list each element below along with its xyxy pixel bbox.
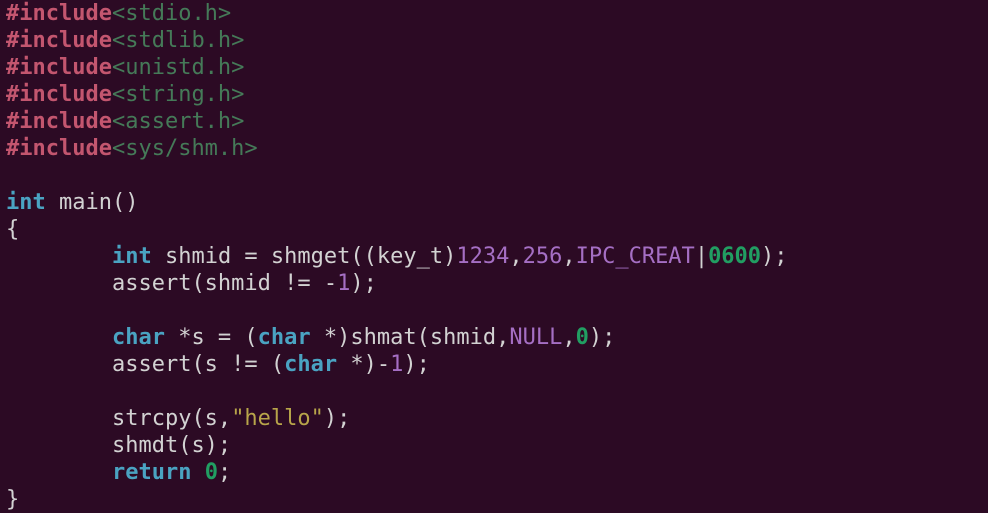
keyword-return: return — [112, 460, 191, 485]
preprocessor-directive: #include — [6, 55, 112, 80]
code-text: ); — [761, 244, 788, 269]
include-line: #include<stdlib.h> — [6, 28, 244, 53]
string-literal: "hello" — [231, 406, 324, 431]
number-literal: 256 — [523, 244, 563, 269]
pipe: | — [695, 244, 708, 269]
comma: , — [562, 244, 575, 269]
statement: assert(s != (char *)-1); — [112, 352, 430, 377]
include-line: #include<string.h> — [6, 82, 244, 107]
constant: IPC_CREAT — [576, 244, 695, 269]
header-name: <assert.h> — [112, 109, 244, 134]
statement: int shmid = shmget((key_t)1234,256,IPC_C… — [112, 244, 788, 269]
header-name: <stdio.h> — [112, 1, 231, 26]
code-text: ); — [589, 325, 616, 350]
main-signature: int main() — [6, 190, 138, 215]
header-name: <stdlib.h> — [112, 28, 244, 53]
include-line: #include<unistd.h> — [6, 55, 244, 80]
space — [191, 460, 204, 485]
keyword-int: int — [6, 190, 46, 215]
code-text: assert(s != ( — [112, 352, 284, 377]
number-literal: 1234 — [456, 244, 509, 269]
code-text: *s = ( — [165, 325, 258, 350]
code-text: assert(shmid != - — [112, 271, 337, 296]
include-line: #include<stdio.h> — [6, 1, 231, 26]
statement: shmdt(s); — [112, 433, 231, 458]
brace-open: { — [6, 217, 19, 242]
code-text: *)- — [337, 352, 390, 377]
statement: strcpy(s,"hello"); — [112, 406, 350, 431]
code-text: ); — [324, 406, 351, 431]
code-text: *)shmat(shmid, — [311, 325, 510, 350]
statement: assert(shmid != -1); — [112, 271, 377, 296]
comma: , — [562, 325, 575, 350]
header-name: <string.h> — [112, 82, 244, 107]
brace-close: } — [6, 487, 19, 512]
keyword-char: char — [284, 352, 337, 377]
code-block: #include<stdio.h> #include<stdlib.h> #in… — [0, 0, 988, 513]
keyword-char: char — [112, 325, 165, 350]
number-literal: 0 — [576, 325, 589, 350]
comma: , — [509, 244, 522, 269]
code-text: shmid = shmget((key_t) — [152, 244, 457, 269]
preprocessor-directive: #include — [6, 1, 112, 26]
function-name: main — [59, 190, 112, 215]
constant-null: NULL — [509, 325, 562, 350]
keyword-int: int — [112, 244, 152, 269]
preprocessor-directive: #include — [6, 28, 112, 53]
code-text: ); — [403, 352, 430, 377]
code-text: strcpy(s, — [112, 406, 231, 431]
preprocessor-directive: #include — [6, 136, 112, 161]
statement: char *s = (char *)shmat(shmid,NULL,0); — [112, 325, 615, 350]
header-name: <unistd.h> — [112, 55, 244, 80]
header-name: <sys/shm.h> — [112, 136, 258, 161]
include-line: #include<assert.h> — [6, 109, 244, 134]
parens: () — [112, 190, 139, 215]
number-literal: 1 — [337, 271, 350, 296]
code-text: ); — [350, 271, 377, 296]
statement: return 0; — [112, 460, 231, 485]
number-literal: 0 — [205, 460, 218, 485]
number-literal: 0600 — [708, 244, 761, 269]
semicolon: ; — [218, 460, 231, 485]
include-line: #include<sys/shm.h> — [6, 136, 258, 161]
number-literal: 1 — [390, 352, 403, 377]
preprocessor-directive: #include — [6, 82, 112, 107]
preprocessor-directive: #include — [6, 109, 112, 134]
keyword-char: char — [258, 325, 311, 350]
